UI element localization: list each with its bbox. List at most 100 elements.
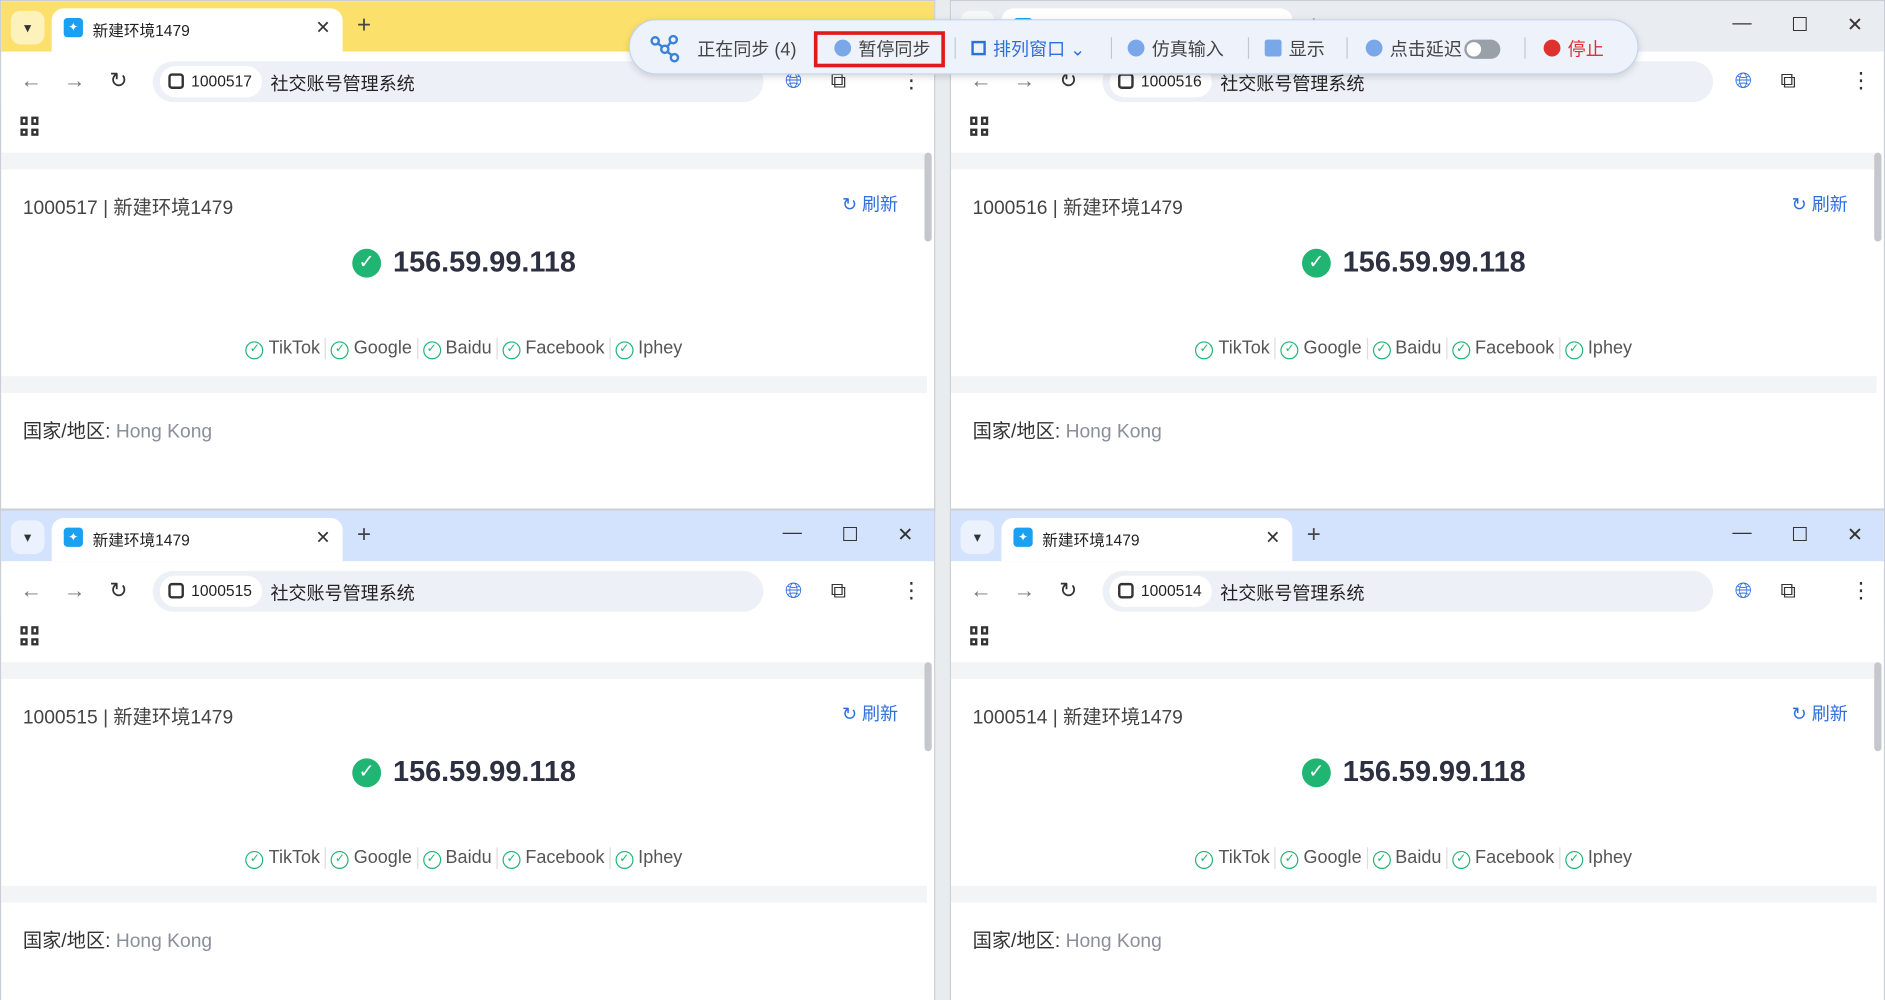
simulate-input-button[interactable]: 仿真输入 [1127, 36, 1224, 61]
puzzle-icon[interactable]: ⧉ [1780, 578, 1795, 603]
tab-search-button[interactable]: ▾ [10, 10, 45, 45]
tab-title: 新建环境1479 [92, 21, 190, 40]
ip-value: 156.59.99.118 [393, 755, 576, 789]
chevron-down-icon: ▾ [973, 528, 982, 546]
arrange-windows-button[interactable]: 排列窗口 ⌄ [971, 36, 1085, 61]
close-tab-icon[interactable]: ✕ [315, 17, 330, 38]
back-arrow-icon[interactable]: ← [20, 578, 42, 603]
forward-arrow-icon[interactable]: → [64, 69, 86, 94]
forward-arrow-icon[interactable]: → [1013, 578, 1035, 603]
refresh-label: 刷新 [1811, 704, 1848, 725]
profile-id: 1000515 [191, 581, 253, 600]
apps-grid-icon[interactable] [20, 626, 39, 646]
address-bar[interactable]: 1000515 社交账号管理系统 [152, 570, 764, 612]
new-tab-button[interactable]: + [357, 522, 371, 550]
stop-button[interactable]: 停止 [1543, 36, 1604, 61]
refresh-button[interactable]: ↻ 刷新 [842, 191, 898, 216]
maximize-button[interactable]: ☐ [1788, 523, 1812, 547]
new-tab-button[interactable]: + [357, 12, 371, 40]
refresh-button[interactable]: ↻ 刷新 [842, 701, 898, 726]
refresh-button[interactable]: ↻ 刷新 [1792, 191, 1848, 216]
check-item-facebook: ✓ Facebook [498, 337, 611, 360]
apps-grid-icon[interactable] [970, 116, 989, 136]
kebab-menu-icon[interactable]: ⋮ [1850, 578, 1872, 603]
address-bar[interactable]: 1000514 社交账号管理系统 [1102, 570, 1714, 612]
app-logo-icon: ✦ [63, 18, 83, 38]
active-tab[interactable]: ✦ 新建环境1479 ✕ [51, 518, 343, 562]
close-window-button[interactable]: ✕ [893, 523, 917, 547]
region-value: Hong Kong [115, 421, 213, 443]
globe-icon[interactable]: 🌐︎ [785, 578, 802, 603]
show-button[interactable]: 显示 [1264, 36, 1325, 61]
profile-chip[interactable]: 1000517 [159, 66, 262, 98]
maximize-button[interactable]: ☐ [838, 523, 862, 547]
puzzle-icon[interactable]: ⧉ [1780, 69, 1795, 94]
ip-card: 1000516 | 新建环境1479 ↻ 刷新 ✓ 156.59.99.118 ✓… [950, 169, 1877, 377]
refresh-button[interactable]: ↻ 刷新 [1792, 701, 1848, 726]
reload-icon[interactable]: ↻ [109, 578, 127, 603]
active-tab[interactable]: ✦ 新建环境1479 ✕ [1001, 518, 1293, 562]
minimize-button[interactable]: — [1730, 523, 1754, 545]
apps-grid-icon[interactable] [970, 626, 989, 646]
scrollbar[interactable] [924, 662, 932, 752]
kebab-menu-icon[interactable]: ⋮ [900, 578, 922, 603]
scrollbar[interactable] [1874, 152, 1882, 242]
forward-arrow-icon[interactable]: → [64, 578, 86, 603]
browser-window: ▾ ✦ 新建环境1479 ✕ + — ☐ ✕ ← → ↻ 1000516 社交账… [949, 0, 1885, 510]
region-row: 国家/地区: Hong Kong [23, 415, 212, 444]
chevron-down-icon: ⌄ [1070, 39, 1086, 61]
check-item-google: ✓ Google [1276, 847, 1368, 869]
close-tab-icon[interactable]: ✕ [1265, 526, 1280, 548]
reload-icon[interactable]: ↻ [1059, 578, 1077, 603]
globe-icon[interactable]: 🌐︎ [1735, 578, 1752, 603]
region-row: 国家/地区: Hong Kong [973, 924, 1162, 953]
tab-title: 新建环境1479 [92, 531, 190, 550]
check-circle-icon: ✓ [502, 341, 521, 360]
extension-icon [1118, 582, 1134, 599]
pause-sync-button[interactable]: 暂停同步 [834, 36, 931, 61]
check-label: Google [353, 847, 412, 868]
click-delay-control[interactable]: 点击延迟 [1365, 36, 1501, 61]
check-item-tiktok: ✓ TikTok [241, 337, 327, 360]
scrollbar[interactable] [924, 152, 932, 242]
region-label: 国家/地区: [972, 421, 1061, 443]
check-circle-icon: ✓ [330, 850, 349, 869]
check-item-iphey: ✓ Iphey [611, 847, 688, 869]
syncing-status: 正在同步 (4) [697, 39, 797, 61]
close-window-button[interactable]: ✕ [1843, 13, 1867, 37]
page-title: 社交账号管理系统 [270, 74, 415, 95]
new-tab-button[interactable]: + [1307, 522, 1321, 550]
reload-icon[interactable]: ↻ [109, 69, 127, 94]
check-label: Baidu [445, 847, 492, 868]
tab-search-button[interactable]: ▾ [960, 520, 995, 555]
globe-icon[interactable]: 🌐︎ [1735, 69, 1752, 94]
check-circle-icon: ✓ [615, 850, 634, 869]
app-logo-icon: ✦ [63, 527, 83, 547]
page-title: 社交账号管理系统 [1220, 584, 1365, 605]
back-arrow-icon[interactable]: ← [20, 69, 42, 94]
check-label: Google [353, 337, 412, 359]
check-label: TikTok [268, 337, 321, 359]
check-item-facebook: ✓ Facebook [498, 847, 611, 869]
check-circle-icon: ✓ [1372, 850, 1391, 869]
page-content: 1000517 | 新建环境1479 ↻ 刷新 ✓ 156.59.99.118 ✓… [1, 152, 927, 509]
profile-chip[interactable]: 1000515 [159, 575, 262, 607]
check-label: Iphey [1587, 847, 1633, 868]
scrollbar[interactable] [1874, 662, 1882, 752]
kebab-menu-icon[interactable]: ⋮ [1850, 69, 1872, 94]
region-card: 国家/地区: Hong Kong [950, 393, 1877, 509]
check-circle-icon: ✓ [422, 850, 441, 869]
back-arrow-icon[interactable]: ← [970, 578, 992, 603]
profile-chip[interactable]: 1000514 [1109, 575, 1212, 607]
check-label: Iphey [638, 337, 683, 359]
active-tab[interactable]: ✦ 新建环境1479 ✕ [51, 8, 343, 52]
click-delay-toggle[interactable] [1464, 39, 1501, 59]
maximize-button[interactable]: ☐ [1788, 13, 1812, 37]
minimize-button[interactable]: — [1730, 13, 1754, 35]
close-tab-icon[interactable]: ✕ [315, 526, 330, 548]
minimize-button[interactable]: — [780, 523, 804, 545]
close-window-button[interactable]: ✕ [1843, 523, 1867, 547]
apps-grid-icon[interactable] [20, 116, 39, 136]
puzzle-icon[interactable]: ⧉ [831, 578, 846, 603]
tab-search-button[interactable]: ▾ [10, 520, 45, 555]
